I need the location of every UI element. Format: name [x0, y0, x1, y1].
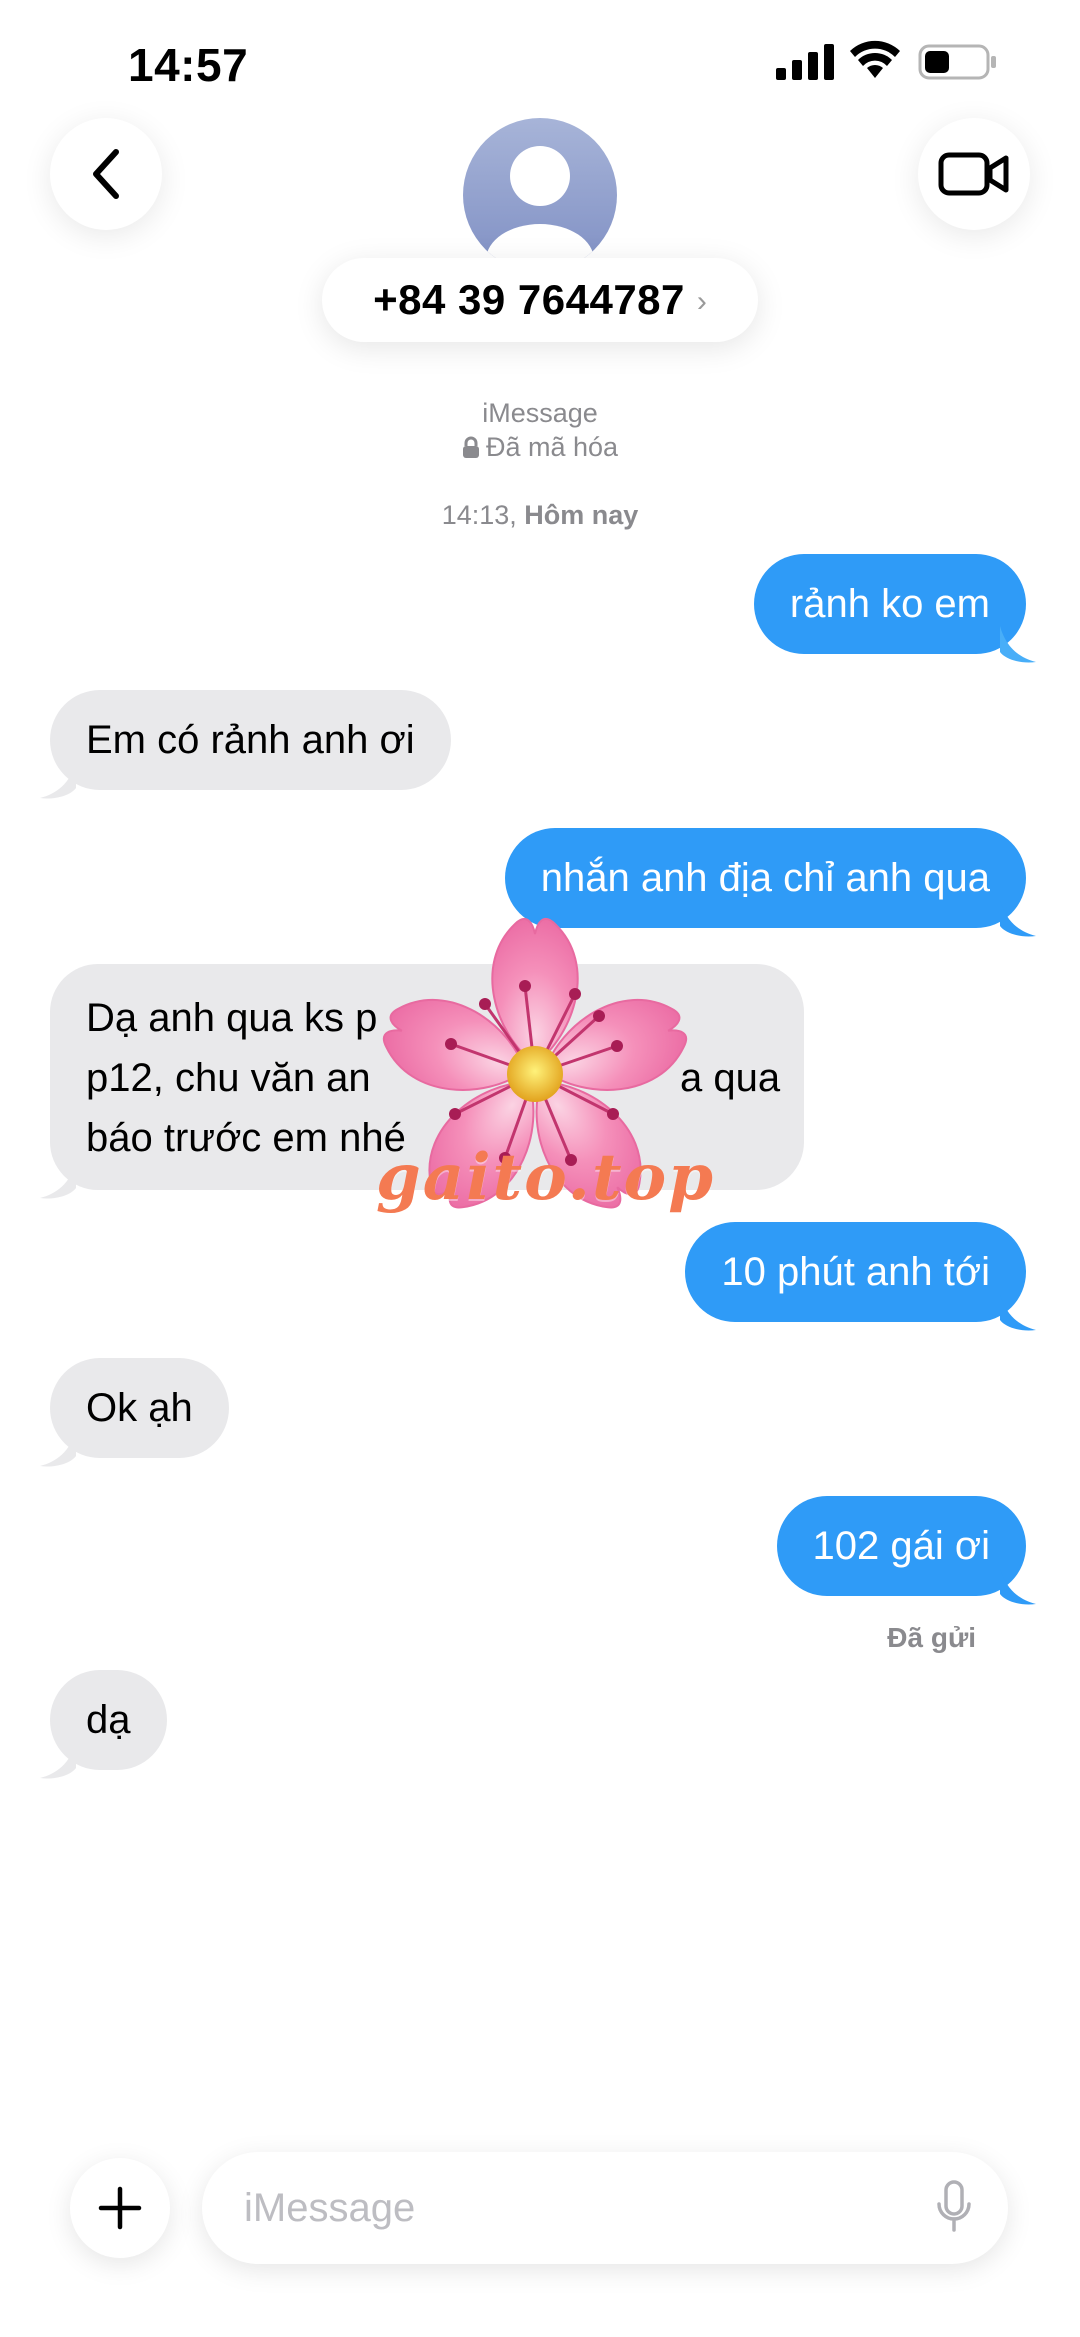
- chevron-right-icon: ›: [696, 285, 707, 318]
- video-camera-icon: [938, 152, 1009, 196]
- video-call-button[interactable]: [918, 118, 1030, 230]
- message-outgoing[interactable]: 102 gái ơi: [776, 1496, 1036, 1605]
- status-time: 14:57: [128, 39, 249, 91]
- timestamp-time: 14:13,: [441, 500, 517, 530]
- plus-icon: [98, 2186, 142, 2230]
- service-label: iMessage: [482, 398, 598, 428]
- message-text: Ok ạh: [86, 1386, 193, 1430]
- watermark-text: gaito.top: [376, 1140, 715, 1215]
- bubble-tail: [1000, 626, 1036, 663]
- message-text: nhắn anh địa chỉ anh qua: [540, 856, 990, 900]
- avatar[interactable]: [463, 118, 617, 272]
- person-icon: [486, 146, 594, 272]
- encryption-label: Đã mã hóa: [485, 432, 619, 462]
- message-incoming[interactable]: Em có rảnh anh ơi: [40, 690, 451, 799]
- bubble-tail: [1000, 900, 1036, 937]
- timestamp: 14:13, Hôm nay: [0, 500, 1080, 531]
- microphone-icon[interactable]: [936, 2180, 972, 2236]
- message-incoming[interactable]: dạ: [40, 1670, 167, 1779]
- message-text: rảnh ko em: [789, 582, 990, 626]
- message-incoming[interactable]: Ok ạh: [40, 1358, 229, 1467]
- message-input[interactable]: iMessage: [202, 2152, 1008, 2264]
- wifi-icon: [850, 40, 900, 78]
- bubble-tail: [40, 1430, 76, 1467]
- delivery-status: Đã gửi: [887, 1622, 976, 1653]
- bubble-tail: [40, 762, 76, 799]
- signal-icon: [776, 44, 834, 80]
- message-outgoing[interactable]: rảnh ko em: [753, 554, 1036, 663]
- timestamp-day: Hôm nay: [524, 500, 639, 530]
- message-input-placeholder: iMessage: [244, 2185, 416, 2230]
- bubble-tail: [40, 1742, 76, 1779]
- contact-name-button[interactable]: +84 39 7644787 ›: [322, 258, 758, 342]
- encryption-status: Đã mã hóa: [0, 432, 1080, 463]
- back-button[interactable]: [50, 118, 162, 230]
- lock-icon: [462, 436, 479, 458]
- message-text: dạ: [86, 1698, 131, 1742]
- message-text: Em có rảnh anh ơi: [86, 718, 415, 762]
- message-text: Dạ anh qua ks p p12, chu văn an báo trướ…: [86, 996, 406, 1160]
- add-attachment-button[interactable]: [70, 2158, 170, 2258]
- battery-icon: [918, 44, 996, 80]
- bubble-tail: [1000, 1568, 1036, 1605]
- bubble-tail: [40, 1162, 76, 1199]
- chevron-left-icon: [93, 149, 119, 199]
- message-text: 10 phút anh tới: [721, 1250, 990, 1294]
- contact-name: +84 39 7644787: [373, 276, 685, 323]
- message-outgoing[interactable]: 10 phút anh tới: [685, 1222, 1036, 1331]
- message-text: 102 gái ơi: [812, 1524, 990, 1568]
- bubble-tail: [1000, 1294, 1036, 1331]
